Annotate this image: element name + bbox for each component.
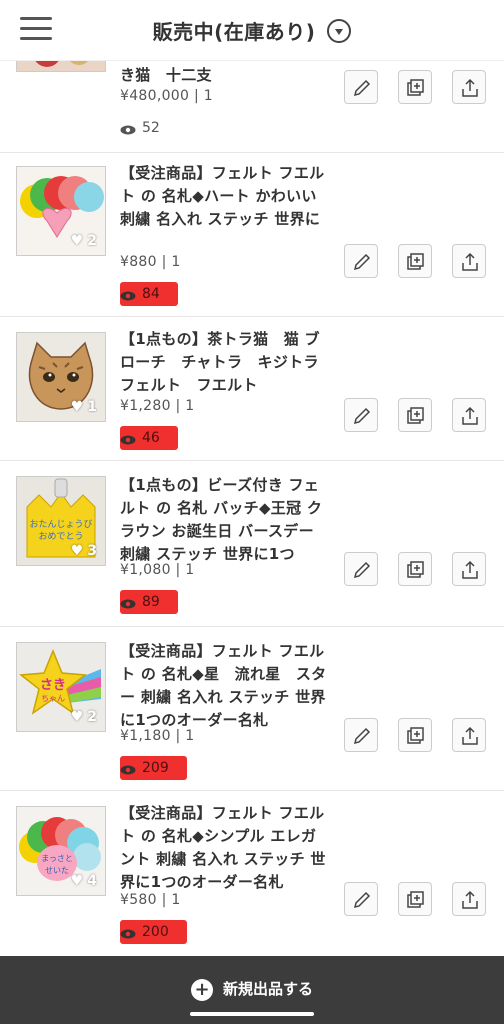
- thumb-text: ちゃん: [41, 694, 65, 703]
- duplicate-button[interactable]: [398, 882, 432, 916]
- like-count: ♥ 4: [70, 873, 97, 889]
- edit-button[interactable]: [344, 552, 378, 586]
- product-title[interactable]: 【受注商品】フェルト フエルト の 名札◆シンプル エレガント 刺繍 名入れ ス…: [120, 802, 330, 894]
- heart-icon: ♥: [70, 873, 84, 889]
- share-upload-icon: [462, 78, 478, 97]
- share-button[interactable]: [452, 244, 486, 278]
- eye-icon: [120, 763, 136, 775]
- duplicate-button[interactable]: [398, 70, 432, 104]
- pencil-icon: [353, 561, 371, 579]
- view-count: 89: [120, 590, 178, 614]
- share-button[interactable]: [452, 552, 486, 586]
- product-title[interactable]: 【1点もの】茶トラ猫 猫 ブローチ チャトラ キジトラ フェルト フエルト: [120, 328, 330, 397]
- like-count: ♥ 3: [70, 543, 97, 559]
- heart-icon: ♥: [70, 543, 84, 559]
- edit-button[interactable]: [344, 718, 378, 752]
- edit-button[interactable]: [344, 398, 378, 432]
- share-upload-icon: [462, 890, 478, 909]
- duplicate-icon: [407, 727, 424, 744]
- bottom-bar: + 新規出品する: [0, 956, 504, 1024]
- view-count: 200: [120, 920, 187, 944]
- thumb-text: さき: [40, 678, 66, 693]
- duplicate-icon: [407, 253, 424, 270]
- share-button[interactable]: [452, 882, 486, 916]
- thumb-text: せいた: [45, 866, 69, 875]
- pencil-icon: [353, 407, 371, 425]
- pencil-icon: [353, 79, 371, 97]
- product-price: ¥880 | 1: [120, 254, 181, 270]
- pencil-icon: [353, 253, 371, 271]
- product-price: ¥1,080 | 1: [120, 562, 195, 578]
- share-button[interactable]: [452, 70, 486, 104]
- pencil-icon: [353, 891, 371, 909]
- duplicate-button[interactable]: [398, 718, 432, 752]
- share-upload-icon: [462, 560, 478, 579]
- view-count: 46: [120, 426, 178, 450]
- product-title[interactable]: 【1点もの】ビーズ付き フェルト の 名札 バッチ◆王冠 クラウン お誕生日 バ…: [120, 474, 330, 566]
- chevron-down-icon[interactable]: [327, 18, 352, 43]
- new-listing-button[interactable]: + 新規出品する: [0, 978, 504, 1001]
- view-count: 209: [120, 756, 187, 780]
- edit-button[interactable]: [344, 244, 378, 278]
- product-thumbnail[interactable]: ♥ 2: [16, 166, 106, 256]
- new-listing-label: 新規出品する: [222, 980, 313, 998]
- app-header: 販売中(在庫あり): [0, 0, 504, 61]
- product-price: ¥480,000 | 1: [120, 88, 213, 104]
- thumb-text: まっさと: [41, 854, 73, 863]
- share-upload-icon: [462, 252, 478, 271]
- list-item: おたんじょうび おめでとう ♥ 3 【1点もの】ビーズ付き フェルト の 名札 バ…: [0, 460, 504, 627]
- edit-button[interactable]: [344, 882, 378, 916]
- page-title-text: 販売中(在庫あり): [152, 20, 316, 44]
- view-count: 84: [120, 282, 178, 306]
- product-price: ¥1,280 | 1: [120, 398, 195, 414]
- duplicate-icon: [407, 561, 424, 578]
- list-item: ♥ 1 【1点もの】茶トラ猫 猫 ブローチ チャトラ キジトラ フェルト フエルト…: [0, 316, 504, 461]
- thumb-text: おたんじょうび: [29, 519, 92, 530]
- duplicate-icon: [407, 407, 424, 424]
- edit-button[interactable]: [344, 70, 378, 104]
- product-price: ¥580 | 1: [120, 892, 181, 908]
- duplicate-button[interactable]: [398, 398, 432, 432]
- duplicate-icon: [407, 79, 424, 96]
- product-price: ¥1,180 | 1: [120, 728, 195, 744]
- plus-icon: +: [190, 978, 213, 1001]
- share-upload-icon: [462, 726, 478, 745]
- duplicate-button[interactable]: [398, 552, 432, 586]
- thumb-text: おめでとう: [38, 531, 83, 542]
- eye-icon: [120, 597, 136, 609]
- product-title[interactable]: 【受注商品】フェルト フエルト の 名札◆星 流れ星 スター 刺繍 名入れ ステ…: [120, 640, 330, 732]
- like-count: ♥ 2: [70, 709, 97, 725]
- product-thumbnail[interactable]: おたんじょうび おめでとう ♥ 3: [16, 476, 106, 566]
- heart-icon: ♥: [70, 399, 84, 415]
- share-button[interactable]: [452, 398, 486, 432]
- list-item: まっさと せいた ♥ 4 【受注商品】フェルト フエルト の 名札◆シンプル エレ…: [0, 790, 504, 957]
- product-title[interactable]: 【受注商品】フェルト フエルト の 名札◆ハート かわいい 刺繍 名入れ ステッ…: [120, 162, 330, 231]
- share-upload-icon: [462, 406, 478, 425]
- view-count: 52: [120, 118, 166, 138]
- product-title[interactable]: き猫 十二支: [120, 64, 330, 87]
- list-item: さき ちゃん ♥ 2 【受注商品】フェルト フエルト の 名札◆星 流れ星 スター…: [0, 626, 504, 791]
- eye-icon: [120, 123, 136, 135]
- heart-icon: ♥: [70, 233, 84, 249]
- home-indicator: [190, 1012, 314, 1016]
- pencil-icon: [353, 727, 371, 745]
- product-thumbnail[interactable]: まっさと せいた ♥ 4: [16, 806, 106, 896]
- page-title[interactable]: 販売中(在庫あり): [0, 16, 504, 45]
- product-thumbnail[interactable]: さき ちゃん ♥ 2: [16, 642, 106, 732]
- like-count: ♥ 1: [70, 399, 97, 415]
- eye-icon: [120, 927, 136, 939]
- list-item: ♥ 2 【受注商品】フェルト フエルト の 名札◆ハート かわいい 刺繍 名入れ …: [0, 152, 504, 317]
- eye-icon: [120, 289, 136, 301]
- eye-icon: [120, 433, 136, 445]
- share-button[interactable]: [452, 718, 486, 752]
- duplicate-icon: [407, 891, 424, 908]
- like-count: ♥ 2: [70, 233, 97, 249]
- product-thumbnail[interactable]: ♥ 1: [16, 332, 106, 422]
- duplicate-button[interactable]: [398, 244, 432, 278]
- heart-icon: ♥: [70, 709, 84, 725]
